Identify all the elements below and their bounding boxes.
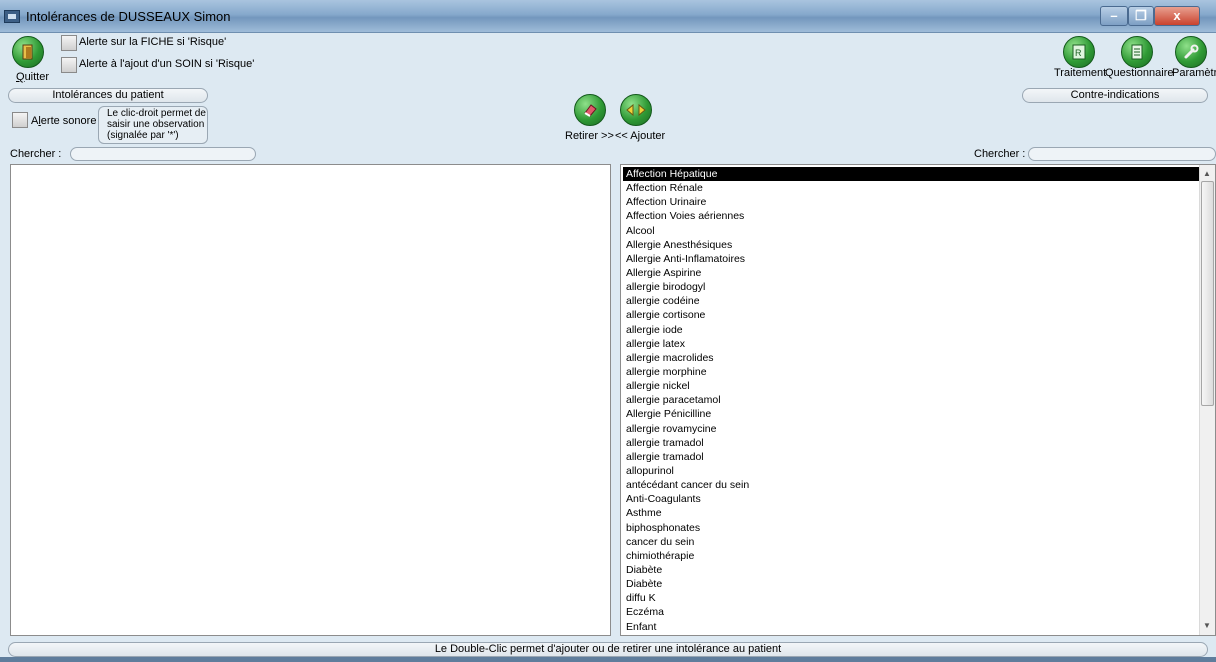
patient-intolerances-header: Intolérances du patient (8, 88, 208, 103)
questionnaire-button[interactable]: Questionnaire (1104, 36, 1174, 80)
list-item[interactable]: chimiothérapie (623, 549, 1199, 563)
list-item[interactable]: allergie morphine (623, 365, 1199, 379)
parametres-button[interactable]: Paramètres (1170, 36, 1216, 80)
right-search-input[interactable] (1028, 147, 1216, 161)
hint-line-3: (signalée par '*') (107, 130, 179, 141)
alert-soin-label: Alerte à l'ajout d'un SOIN si 'Risque' (79, 58, 255, 70)
list-item[interactable]: biphosphonates (623, 521, 1199, 535)
window-title: Intolérances de DUSSEAUX Simon (26, 9, 231, 24)
list-item[interactable]: Allergie Anesthésiques (623, 238, 1199, 252)
taskbar-strip (0, 657, 1216, 662)
list-item[interactable]: antécédant cancer du sein (623, 478, 1199, 492)
list-item[interactable]: allopurinol (623, 464, 1199, 478)
list-item[interactable]: allergie cortisone (623, 308, 1199, 322)
document-icon (1121, 36, 1153, 68)
swap-arrows-icon (620, 94, 652, 126)
retirer-button[interactable]: Retirer >> (562, 94, 618, 144)
right-click-hint: Le clic-droit permet de saisir une obser… (98, 106, 208, 144)
left-search-input[interactable] (70, 147, 256, 161)
questionnaire-label: Questionnaire (1105, 67, 1174, 79)
door-exit-icon (12, 36, 44, 68)
ajouter-button[interactable]: << Ajouter (612, 94, 668, 144)
retirer-label: Retirer >> (565, 130, 614, 142)
patient-intolerances-list[interactable] (10, 164, 611, 636)
quit-button[interactable]: Quitter (10, 36, 50, 83)
svg-text:R: R (1075, 48, 1082, 58)
list-item[interactable]: Anti-Coagulants (623, 492, 1199, 506)
alert-sound-label: Alerte sonore (31, 115, 97, 127)
list-item[interactable]: allergie paracetamol (623, 393, 1199, 407)
ajouter-label: << Ajouter (615, 130, 666, 142)
list-item[interactable]: Asthme (623, 506, 1199, 520)
right-search-label: Chercher : (974, 148, 1026, 160)
list-item[interactable]: allergie nickel (623, 379, 1199, 393)
list-item[interactable]: allergie codéine (623, 294, 1199, 308)
list-item[interactable]: Allergie Aspirine (623, 266, 1199, 280)
app-icon (4, 10, 20, 23)
hint-line-1: Le clic-droit permet de (107, 108, 206, 119)
quit-label: Quitter (16, 71, 50, 83)
contre-indications-header: Contre-indications (1022, 88, 1208, 103)
list-item[interactable]: allergie macrolides (623, 351, 1199, 365)
traitement-label: Traitement (1054, 67, 1107, 79)
wrench-icon (1175, 36, 1207, 68)
list-item[interactable]: allergie rovamycine (623, 422, 1199, 436)
close-button[interactable]: x (1154, 6, 1200, 26)
alert-soin-checkbox[interactable] (61, 57, 77, 73)
contre-indications-items: Affection Hépatique Affection Rénale Affec… (623, 167, 1199, 634)
list-item[interactable]: Eczéma (623, 605, 1199, 619)
list-item[interactable]: allergie latex (623, 337, 1199, 351)
alert-fiche-label: Alerte sur la FICHE si 'Risque' (79, 36, 227, 48)
contre-indications-list[interactable]: Affection Hépatique Affection Rénale Affec… (620, 164, 1216, 636)
eraser-icon (574, 94, 606, 126)
traitement-button[interactable]: R Traitement (1052, 36, 1107, 80)
alert-sound-checkbox[interactable] (12, 112, 28, 128)
parametres-label: Paramètres (1172, 67, 1216, 79)
list-item[interactable]: Affection Rénale (623, 181, 1199, 195)
maximize-button[interactable]: ❐ (1128, 6, 1154, 26)
list-item[interactable]: Affection Urinaire (623, 195, 1199, 209)
list-item[interactable]: Allergie Anti-Inflamatoires (623, 252, 1199, 266)
left-search-label: Chercher : (10, 148, 62, 160)
list-item[interactable]: Allergie Pénicilline (623, 407, 1199, 421)
list-scrollbar[interactable]: ▲ ▼ (1199, 165, 1215, 635)
scroll-down-icon[interactable]: ▼ (1200, 619, 1214, 633)
list-item[interactable]: Affection Voies aériennes (623, 209, 1199, 223)
list-item[interactable]: allergie iode (623, 323, 1199, 337)
list-item[interactable]: allergie tramadol (623, 450, 1199, 464)
scroll-thumb[interactable] (1201, 181, 1214, 406)
scroll-up-icon[interactable]: ▲ (1200, 167, 1214, 181)
list-item[interactable]: Diabète (623, 577, 1199, 591)
list-item[interactable]: allergie tramadol (623, 436, 1199, 450)
list-item[interactable]: diffu K (623, 591, 1199, 605)
list-item[interactable]: Alcool (623, 224, 1199, 238)
list-item[interactable]: Diabète (623, 563, 1199, 577)
list-item[interactable]: allergie birodogyl (623, 280, 1199, 294)
hint-line-2: saisir une observation (107, 119, 205, 130)
minimize-button[interactable]: – (1100, 6, 1128, 26)
prescription-icon: R (1063, 36, 1095, 68)
title-bar[interactable]: Intolérances de DUSSEAUX Simon – ❐ x (0, 0, 1216, 33)
status-hint: Le Double-Clic permet d'ajouter ou de re… (8, 642, 1208, 657)
list-item[interactable]: cancer du sein (623, 535, 1199, 549)
list-item[interactable]: Enfant (623, 620, 1199, 634)
list-item[interactable]: Affection Hépatique (623, 167, 1199, 182)
alert-fiche-checkbox[interactable] (61, 35, 77, 51)
